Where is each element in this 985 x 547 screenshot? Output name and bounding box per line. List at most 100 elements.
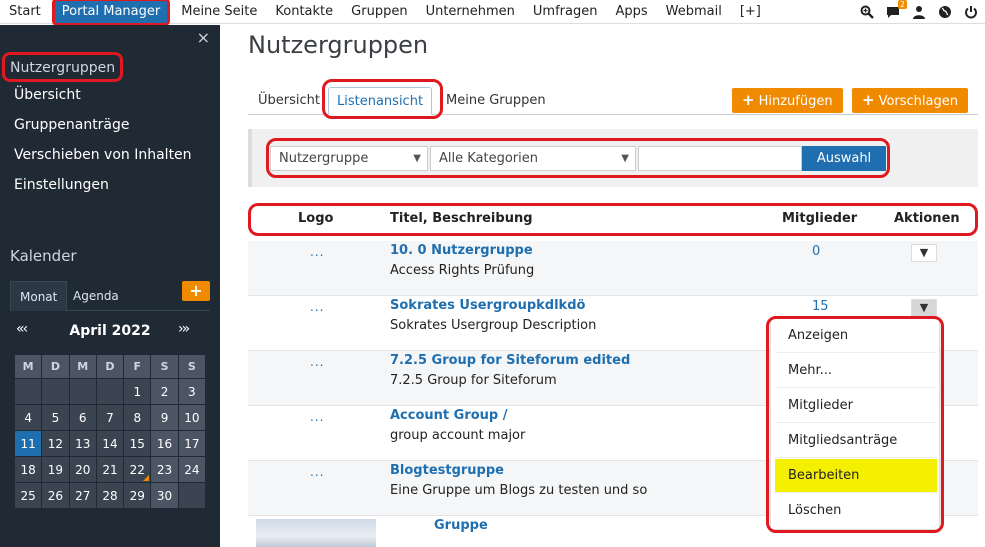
group-title-link[interactable]: Gruppe bbox=[434, 518, 488, 533]
calendar-day[interactable]: 25 bbox=[13, 482, 43, 509]
group-title-link[interactable]: 10. 0 Nutzergruppe bbox=[390, 243, 533, 258]
calendar-day[interactable]: 15 bbox=[123, 430, 152, 457]
power-icon[interactable] bbox=[963, 4, 979, 20]
calendar-day[interactable]: 26 bbox=[41, 482, 70, 509]
calendar-day[interactable]: 17 bbox=[177, 430, 207, 457]
calendar-weekday-row: MDMDFSS bbox=[13, 354, 207, 379]
calendar-empty-cell bbox=[95, 378, 125, 405]
calendar-day[interactable]: 11 bbox=[13, 430, 43, 457]
group-logo[interactable]: ... bbox=[310, 245, 324, 259]
calendar-day[interactable]: 6 bbox=[68, 404, 97, 431]
suggest-group-button[interactable]: + Vorschlagen bbox=[852, 88, 968, 113]
group-title-link[interactable]: Blogtestgruppe bbox=[390, 463, 504, 478]
calendar-day[interactable]: 10 bbox=[177, 404, 207, 431]
calendar-day[interactable]: 29 bbox=[123, 482, 152, 509]
calendar-day[interactable]: 1 bbox=[123, 378, 152, 405]
close-icon[interactable]: × bbox=[197, 28, 210, 47]
chat-icon[interactable]: 2 bbox=[885, 0, 907, 20]
group-title-link[interactable]: Sokrates Usergroupkdlkdö bbox=[390, 298, 585, 313]
calendar-month-label: April 2022 bbox=[69, 323, 151, 339]
sidebar-title[interactable]: Nutzergruppen bbox=[2, 52, 124, 82]
sidebar-item-gruppenantraege[interactable]: Gruppenanträge bbox=[14, 117, 130, 133]
topnav-meine-seite[interactable]: Meine Seite bbox=[172, 0, 266, 24]
notification-badge: 2 bbox=[897, 0, 907, 9]
tab-meine-gruppen[interactable]: Meine Gruppen bbox=[438, 87, 554, 115]
plus-icon: + bbox=[742, 91, 755, 109]
calendar-day[interactable]: 16 bbox=[150, 430, 179, 457]
plus-icon: + bbox=[862, 91, 875, 109]
group-description: group account major bbox=[390, 428, 526, 443]
group-logo-image[interactable] bbox=[256, 519, 376, 547]
calendar-day[interactable]: 13 bbox=[68, 430, 97, 457]
tab-uebersicht[interactable]: Übersicht bbox=[250, 87, 328, 115]
calendar-day[interactable]: 3 bbox=[177, 378, 207, 405]
calendar-day[interactable]: 30 bbox=[150, 482, 179, 509]
calendar-day[interactable]: 19 bbox=[41, 456, 70, 483]
calendar-day[interactable]: 7 bbox=[95, 404, 125, 431]
calendar-day[interactable]: 23 bbox=[150, 456, 179, 483]
globe-icon[interactable] bbox=[937, 4, 953, 20]
calendar-weekday: S bbox=[150, 354, 179, 379]
calendar-grid: M D M D F S S 1 2 3 4 5 6 7 8 9 10 11 12 13 14 15 16 17 18 19 20 21… bbox=[13, 354, 207, 509]
calendar-day[interactable]: 24 bbox=[177, 456, 207, 483]
calendar-prev-icon[interactable]: «‹ bbox=[16, 321, 28, 337]
add-group-button[interactable]: + Hinzufügen bbox=[732, 88, 843, 113]
calendar-week-row: 4 5 6 7 8 9 10 bbox=[13, 404, 207, 431]
topnav-gruppen[interactable]: Gruppen bbox=[342, 0, 416, 24]
sidebar-item-uebersicht[interactable]: Übersicht bbox=[14, 87, 81, 103]
calendar-day[interactable]: 8 bbox=[123, 404, 152, 431]
calendar-tab-agenda[interactable]: Agenda bbox=[64, 281, 128, 311]
group-logo[interactable]: ... bbox=[310, 465, 324, 479]
annotation-highlight-header bbox=[248, 203, 978, 236]
group-title-link[interactable]: 7.2.5 Group for Siteforum edited bbox=[390, 353, 630, 368]
table-row: ... 10. 0 Nutzergruppe Access Rights Prü… bbox=[248, 241, 978, 296]
group-members-count[interactable]: 0 bbox=[812, 244, 820, 259]
calendar-weekday: D bbox=[95, 354, 125, 379]
calendar-day[interactable]: 14 bbox=[95, 430, 125, 457]
topnav-kontakte[interactable]: Kontakte bbox=[266, 0, 342, 24]
topnav-portal-manager[interactable]: Portal Manager bbox=[51, 0, 171, 26]
user-icon[interactable] bbox=[911, 4, 927, 20]
calendar-next-icon[interactable]: ›» bbox=[178, 321, 190, 337]
calendar-day[interactable]: 22 bbox=[123, 456, 152, 483]
group-description: Sokrates Usergroup Description bbox=[390, 318, 597, 333]
calendar-tab-monat[interactable]: Monat bbox=[10, 281, 68, 311]
calendar-day[interactable]: 4 bbox=[13, 404, 43, 431]
top-nav: Start Portal Manager Meine Seite Kontakt… bbox=[0, 0, 770, 26]
suggest-group-label: Vorschlagen bbox=[878, 94, 958, 109]
annotation-highlight-filter bbox=[266, 138, 890, 178]
calendar-day[interactable]: 5 bbox=[41, 404, 70, 431]
calendar-tabs: Monat Agenda bbox=[10, 281, 210, 311]
calendar-weekday: M bbox=[13, 354, 43, 379]
group-title-link[interactable]: Account Group / bbox=[390, 408, 508, 423]
annotation-highlight-menu bbox=[766, 316, 944, 533]
topnav-apps[interactable]: Apps bbox=[606, 0, 656, 24]
calendar-add-button[interactable]: + bbox=[182, 281, 210, 301]
sidebar-item-verschieben[interactable]: Verschieben von Inhalten bbox=[14, 147, 192, 163]
calendar-day[interactable]: 21 bbox=[95, 456, 125, 483]
zoom-icon[interactable] bbox=[859, 4, 875, 20]
calendar-day[interactable]: 27 bbox=[68, 482, 97, 509]
calendar-day[interactable]: 2 bbox=[150, 378, 179, 405]
calendar-week-row: 25 26 27 28 29 30 bbox=[13, 482, 207, 509]
calendar-day[interactable]: 28 bbox=[95, 482, 125, 509]
group-logo[interactable]: ... bbox=[310, 355, 324, 369]
topnav-more[interactable]: [+] bbox=[731, 0, 770, 24]
calendar-day[interactable]: 12 bbox=[41, 430, 70, 457]
calendar-title: Kalender bbox=[10, 247, 77, 265]
actions-chevron-icon[interactable]: ▼ bbox=[911, 299, 937, 317]
group-logo[interactable]: ... bbox=[310, 410, 324, 424]
group-logo[interactable]: ... bbox=[310, 300, 324, 314]
calendar-day[interactable]: 9 bbox=[150, 404, 179, 431]
top-navigation-bar: Start Portal Manager Meine Seite Kontakt… bbox=[0, 0, 985, 26]
calendar-day[interactable]: 18 bbox=[13, 456, 43, 483]
sidebar-item-einstellungen[interactable]: Einstellungen bbox=[14, 177, 109, 193]
group-members-count[interactable]: 15 bbox=[812, 299, 829, 314]
topnav-webmail[interactable]: Webmail bbox=[657, 0, 731, 24]
calendar-day[interactable]: 20 bbox=[68, 456, 97, 483]
calendar-weekday: F bbox=[123, 354, 152, 379]
topnav-umfragen[interactable]: Umfragen bbox=[524, 0, 607, 24]
topnav-start[interactable]: Start bbox=[0, 0, 50, 24]
actions-chevron-icon[interactable]: ▼ bbox=[911, 244, 937, 262]
topnav-unternehmen[interactable]: Unternehmen bbox=[417, 0, 524, 24]
